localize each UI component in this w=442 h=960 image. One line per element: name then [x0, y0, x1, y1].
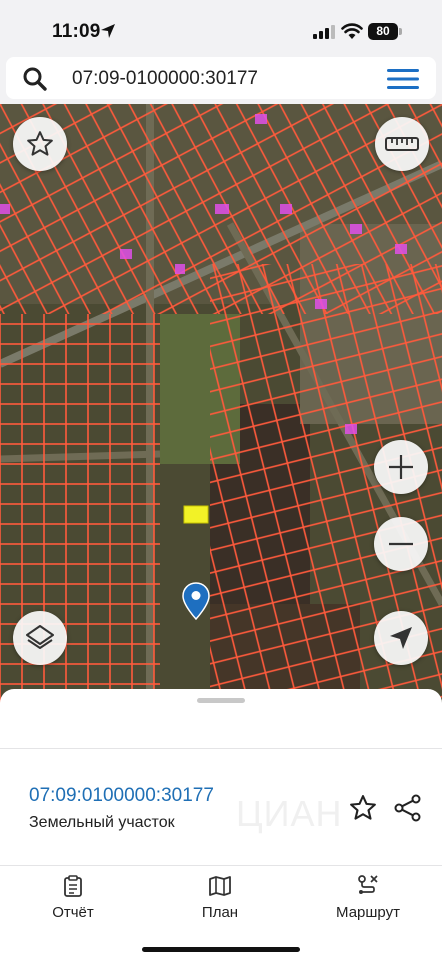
- sheet-divider-top: [0, 748, 442, 749]
- tab-plan[interactable]: План: [160, 875, 280, 927]
- favorites-map-button[interactable]: [13, 117, 67, 171]
- object-type: Земельный участок: [29, 814, 175, 831]
- plus-icon: [389, 455, 413, 479]
- star-outline-icon: [27, 131, 53, 156]
- ruler-button[interactable]: [375, 117, 429, 171]
- layers-button[interactable]: [13, 611, 67, 665]
- tab-route[interactable]: Маршрут: [308, 875, 428, 927]
- search-icon[interactable]: [22, 66, 48, 92]
- map-plan-icon: [209, 876, 231, 896]
- tab-plan-label: План: [201, 904, 239, 921]
- sheet-drag-handle[interactable]: [197, 698, 245, 703]
- tab-route-label: Маршрут: [336, 904, 400, 921]
- cadastral-number[interactable]: 07:09:0100000:30177: [29, 785, 214, 807]
- battery-icon: 80: [368, 23, 402, 40]
- zoom-in-button[interactable]: [374, 440, 428, 494]
- status-bar: 11:09 80: [0, 0, 442, 56]
- report-icon: [64, 875, 82, 897]
- tab-report[interactable]: Отчёт: [13, 875, 133, 927]
- cadastral-map[interactable]: [0, 104, 442, 704]
- home-indicator[interactable]: [142, 947, 300, 952]
- location-marker-icon[interactable]: [182, 582, 210, 620]
- satellite-map-background[interactable]: [0, 104, 442, 704]
- battery-level: 80: [368, 23, 398, 40]
- my-location-button[interactable]: [374, 611, 428, 665]
- battery-tip: [399, 28, 402, 35]
- share-icon[interactable]: [393, 793, 423, 823]
- cellular-signal-icon: [313, 25, 335, 39]
- route-icon: [358, 875, 378, 894]
- minus-icon: [389, 542, 413, 546]
- watermark: ЦИАН: [236, 793, 343, 834]
- favorite-star-icon[interactable]: [348, 793, 378, 823]
- layers-icon: [26, 625, 54, 649]
- location-arrow-icon: [101, 24, 115, 38]
- search-bar[interactable]: 07:09-0100000:30177: [6, 57, 436, 99]
- tab-report-label: Отчёт: [52, 904, 94, 921]
- wifi-icon: [341, 23, 363, 39]
- status-time: 11:09: [52, 21, 101, 42]
- search-input[interactable]: 07:09-0100000:30177: [72, 68, 258, 90]
- hamburger-menu-icon[interactable]: [387, 68, 419, 90]
- ruler-icon: [385, 137, 419, 151]
- bottom-sheet: ЦИАН 07:09:0100000:30177 Земельный участ…: [0, 689, 442, 960]
- zoom-out-button[interactable]: [374, 517, 428, 571]
- navigation-arrow-icon: [390, 627, 412, 649]
- sheet-divider-bottom: [0, 865, 442, 866]
